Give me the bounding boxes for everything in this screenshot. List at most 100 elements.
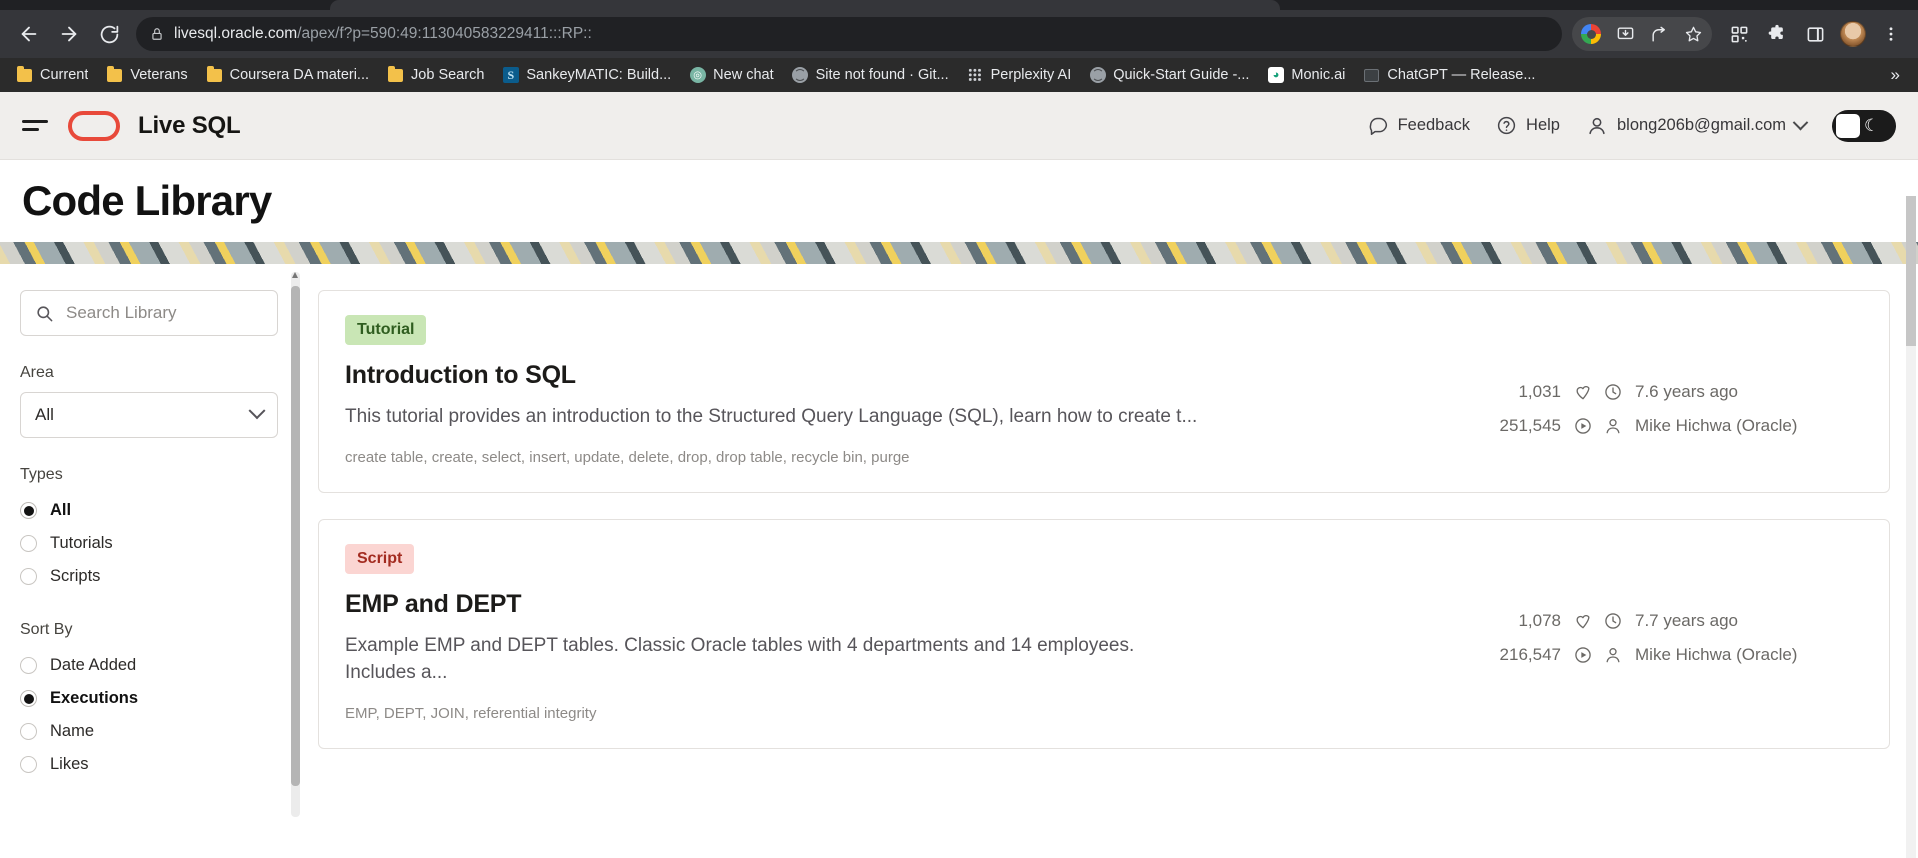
executions-stat: 216,547 — [1433, 638, 1593, 672]
card-description: This tutorial provides an introduction t… — [345, 406, 1198, 427]
lock-icon — [150, 27, 164, 41]
grid-icon — [967, 67, 984, 84]
page-scrollbar[interactable] — [1906, 196, 1916, 858]
radio-label: Likes — [50, 755, 89, 773]
oracle-logo-icon[interactable] — [68, 110, 120, 141]
account-menu[interactable]: blong206b@gmail.com — [1586, 114, 1809, 137]
bookmark-item[interactable]: ◎ New chat — [681, 63, 781, 88]
globe-icon — [1089, 67, 1106, 84]
card-content: Tutorial Introduction to SQL This tutori… — [345, 315, 1423, 466]
card-description: Example EMP and DEPT tables. Classic Ora… — [345, 634, 1135, 683]
address-bar[interactable]: livesql.oracle.com/apex/f?p=590:49:11304… — [136, 17, 1562, 51]
bookmark-label: Quick-Start Guide -... — [1113, 67, 1250, 83]
bookmark-item[interactable]: Veterans — [98, 63, 195, 88]
card-tags: EMP, DEPT, JOIN, referential integrity — [345, 704, 597, 722]
speech-bubble-icon — [1368, 115, 1389, 136]
bookmark-item[interactable]: ChatGPT — Release... — [1355, 63, 1543, 88]
bookmark-item[interactable]: Perplexity AI — [959, 63, 1080, 88]
tab-strip — [0, 0, 1918, 10]
bookmark-label: Current — [40, 67, 89, 83]
types-radio-tutorials[interactable]: Tutorials — [20, 527, 278, 560]
share-icon[interactable] — [1642, 17, 1676, 51]
bookmark-item[interactable]: Coursera DA materi... — [198, 63, 377, 88]
scrollbar-thumb[interactable] — [1906, 196, 1916, 346]
status-badge: Tutorial — [345, 315, 427, 345]
library-card[interactable]: Script EMP and DEPT Example EMP and DEPT… — [318, 518, 1890, 749]
sidebar-scrollbar[interactable] — [291, 272, 300, 817]
bookmark-star-icon[interactable] — [1676, 17, 1710, 51]
card-title[interactable]: Introduction to SQL — [345, 361, 1423, 390]
bookmark-item[interactable]: ◕ Monic.ai — [1259, 63, 1353, 88]
types-radio-scripts[interactable]: Scripts — [20, 560, 278, 593]
globe-icon — [792, 67, 809, 84]
library-card[interactable]: Tutorial Introduction to SQL This tutori… — [318, 290, 1890, 493]
sort-radio-executions[interactable]: Executions — [20, 682, 278, 715]
extensions-icon[interactable] — [1760, 17, 1794, 51]
sort-radio-name[interactable]: Name — [20, 715, 278, 748]
search-input[interactable]: Search Library — [20, 290, 278, 336]
radio-icon — [20, 502, 37, 519]
heart-icon[interactable] — [1573, 611, 1593, 631]
chat-icon: ◎ — [689, 67, 706, 84]
bookmark-item[interactable]: Quick-Start Guide -... — [1081, 63, 1257, 88]
chevron-down-icon — [1792, 114, 1809, 131]
install-icon[interactable] — [1608, 17, 1642, 51]
browser-toolbar: livesql.oracle.com/apex/f?p=590:49:11304… — [0, 10, 1918, 58]
bookmark-label: Veterans — [130, 67, 188, 83]
play-icon[interactable] — [1573, 416, 1593, 436]
likes-stat: 1,031 — [1433, 375, 1593, 409]
radio-label: Date Added — [50, 656, 137, 674]
reload-icon[interactable] — [90, 15, 128, 53]
clock-icon — [1603, 611, 1623, 631]
help-button[interactable]: Help — [1496, 115, 1560, 136]
question-circle-icon — [1496, 115, 1517, 136]
qr-code-icon[interactable] — [1722, 17, 1756, 51]
back-icon[interactable] — [10, 15, 48, 53]
bookmark-item[interactable]: Site not found · Git... — [784, 63, 957, 88]
card-title[interactable]: EMP and DEPT — [345, 590, 1423, 619]
likes-count: 1,078 — [1518, 610, 1561, 630]
play-icon[interactable] — [1573, 645, 1593, 665]
google-icon[interactable] — [1574, 17, 1608, 51]
chevron-down-icon — [248, 402, 266, 420]
forward-icon[interactable] — [50, 15, 88, 53]
radio-icon — [20, 690, 37, 707]
active-tab[interactable] — [330, 0, 1280, 10]
bookmark-label: Monic.ai — [1291, 67, 1346, 83]
bookmark-item[interactable]: Job Search — [379, 63, 492, 88]
sort-radio-date-added[interactable]: Date Added — [20, 649, 278, 682]
bookmarks-overflow-button[interactable]: » — [1881, 65, 1910, 85]
scroll-up-arrow-icon[interactable] — [292, 272, 298, 278]
scrollbar-thumb[interactable] — [291, 286, 300, 786]
url-path: /apex/f?p=590:49:113040583229411:::RP:: — [297, 25, 592, 42]
radio-icon — [20, 535, 37, 552]
folder-icon — [106, 65, 123, 84]
hamburger-icon[interactable] — [22, 116, 50, 136]
bookmark-item[interactable]: S SankeyMATIC: Build... — [494, 63, 679, 88]
url-text: livesql.oracle.com/apex/f?p=590:49:11304… — [174, 25, 592, 43]
age-meta: 7.7 years ago — [1603, 604, 1863, 638]
user-icon — [1603, 416, 1623, 436]
clock-icon — [1603, 382, 1623, 402]
user-icon — [1603, 645, 1623, 665]
radio-icon — [20, 756, 37, 773]
bookmark-label: New chat — [713, 67, 774, 83]
heart-icon[interactable] — [1573, 382, 1593, 402]
dark-mode-toggle[interactable]: ☾ — [1832, 109, 1896, 142]
sort-radio-likes[interactable]: Likes — [20, 748, 278, 781]
bookmark-label: Site not found · Git... — [815, 67, 949, 83]
area-selected-value: All — [35, 405, 54, 424]
card-stats: 1,078 216,547 — [1433, 544, 1593, 722]
area-select[interactable]: All — [20, 392, 278, 438]
feedback-button[interactable]: Feedback — [1368, 115, 1470, 136]
profile-avatar[interactable] — [1836, 17, 1870, 51]
radio-icon — [20, 568, 37, 585]
sankey-icon: S — [502, 67, 519, 84]
page-title-bar: Code Library — [0, 160, 1918, 242]
types-radio-all[interactable]: All — [20, 494, 278, 527]
more-menu-icon[interactable] — [1874, 17, 1908, 51]
bookmark-item[interactable]: Current — [8, 63, 96, 88]
types-label: Types — [20, 466, 63, 483]
folder-icon — [206, 65, 223, 84]
side-panel-icon[interactable] — [1798, 17, 1832, 51]
